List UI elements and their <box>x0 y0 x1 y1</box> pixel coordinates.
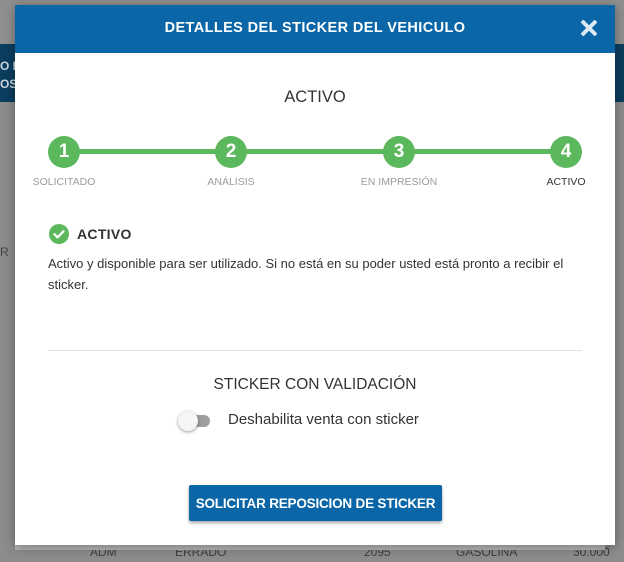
step-3-label: EN IMPRESIÓN <box>360 176 438 188</box>
step-2-circle: 2 <box>215 136 247 168</box>
toggle-label: Deshabilita venta con sticker <box>228 411 419 428</box>
disable-sale-toggle[interactable] <box>178 411 212 431</box>
step-3-circle: 3 <box>383 136 415 168</box>
step-4-circle: 4 <box>550 136 582 168</box>
section-divider <box>48 350 582 351</box>
close-icon[interactable] <box>577 16 601 40</box>
modal-header: DETALLES DEL STICKER DEL VEHICULO <box>15 5 615 53</box>
toggle-knob <box>178 411 198 431</box>
sticker-details-modal: DETALLES DEL STICKER DEL VEHICULO ACTIVO… <box>15 5 615 545</box>
status-description: Activo y disponible para ser utilizado. … <box>48 256 564 292</box>
status-label: ACTIVO <box>77 226 132 242</box>
step-1-label: SOLICITADO <box>32 176 96 188</box>
step-1-circle: 1 <box>48 136 80 168</box>
step-4-label: ACTIVO <box>546 176 586 188</box>
modal-title: DETALLES DEL STICKER DEL VEHICULO <box>164 20 466 36</box>
background-text: R <box>0 245 9 259</box>
request-sticker-replacement-button[interactable]: SOLICITAR REPOSICION DE STICKER <box>189 485 442 521</box>
step-2-label: ANÁLISIS <box>207 176 255 188</box>
check-circle-icon <box>49 224 69 244</box>
status-title: ACTIVO <box>284 88 346 106</box>
validation-title: STICKER CON VALIDACIÓN <box>213 376 417 393</box>
stepper-progress-line <box>63 149 567 154</box>
